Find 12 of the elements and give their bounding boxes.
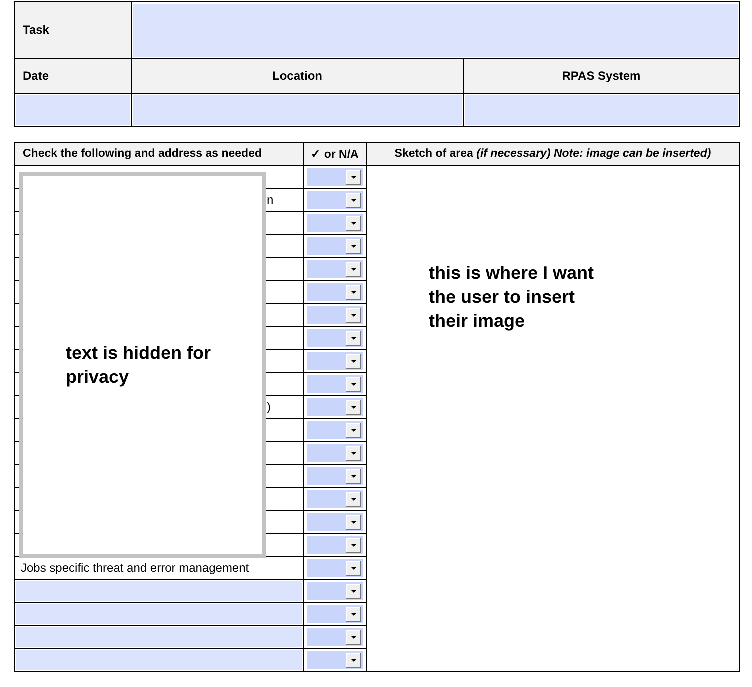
instruction-text: this is where I want the user to insert their image bbox=[429, 262, 596, 333]
item-text: n bbox=[267, 193, 274, 207]
column-header: ✓ or N/A bbox=[304, 142, 366, 166]
column-header: Sketch of area (if necessary) Note: image can be inserted) bbox=[366, 142, 740, 166]
column-header: Location bbox=[132, 58, 464, 94]
item-text: ) bbox=[267, 400, 271, 414]
task-label: Task bbox=[14, 2, 132, 58]
column-header: RPAS System bbox=[464, 58, 740, 94]
item-text: Jobs specific threat and error management bbox=[21, 561, 250, 575]
privacy-text: text is hidden for privacy bbox=[65, 342, 212, 389]
column-header: Check the following and address as needed bbox=[14, 142, 304, 166]
column-header: Date bbox=[14, 58, 132, 94]
